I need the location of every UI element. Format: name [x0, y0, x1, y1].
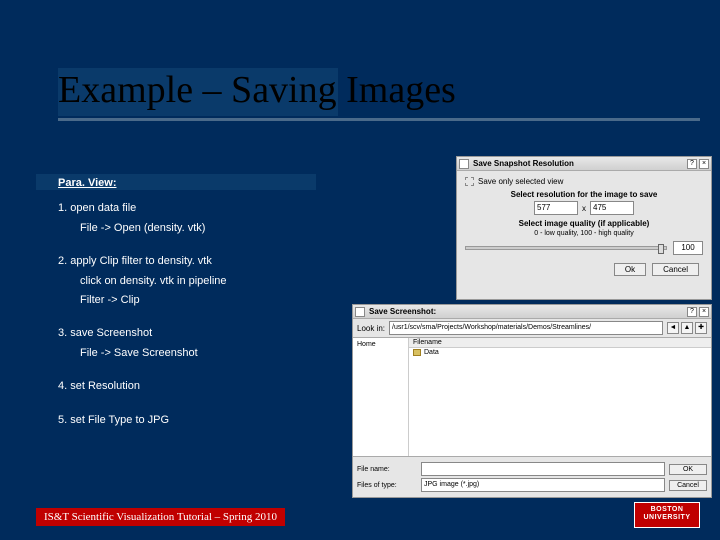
- step-3-sub-1: File -> Save Screenshot: [80, 346, 227, 361]
- section-heading: Para. View:: [58, 176, 227, 191]
- filename-header[interactable]: Filename: [409, 338, 711, 348]
- folder-icon: [413, 349, 421, 356]
- step-4: 4. set Resolution: [58, 379, 227, 394]
- favorites-column: Home: [353, 338, 409, 456]
- step-1: 1. open data file: [58, 201, 227, 216]
- save-cancel-button[interactable]: Cancel: [669, 480, 707, 491]
- slide-title: Example – Saving Images: [58, 68, 700, 112]
- up-icon[interactable]: ▲: [681, 322, 693, 334]
- ok-button[interactable]: Ok: [614, 263, 646, 276]
- resolution-dialog: Save Snapshot Resolution ? × Save only s…: [456, 156, 712, 300]
- file-list[interactable]: Filename Data: [409, 338, 711, 456]
- logo-line2: UNIVERSITY: [635, 514, 699, 522]
- height-input[interactable]: 475: [590, 201, 634, 215]
- back-icon[interactable]: ◄: [667, 322, 679, 334]
- x-separator: x: [582, 204, 586, 213]
- quality-label: Select image quality (if applicable): [465, 219, 703, 228]
- cancel-button[interactable]: Cancel: [652, 263, 699, 276]
- footer-bar: IS&T Scientific Visualization Tutorial –…: [36, 508, 285, 526]
- quality-hint: 0 - low quality, 100 - high quality: [465, 230, 703, 237]
- lookin-label: Look in:: [357, 324, 385, 333]
- list-item[interactable]: Data: [409, 348, 711, 357]
- quality-value[interactable]: 100: [673, 241, 703, 255]
- step-2-sub-2: Filter -> Clip: [80, 293, 227, 308]
- filename-input[interactable]: [421, 462, 665, 476]
- slider-thumb[interactable]: [658, 244, 664, 254]
- filename-label: File name:: [357, 466, 417, 473]
- step-5: 5. set File Type to JPG: [58, 413, 227, 428]
- save-ok-button[interactable]: OK: [669, 464, 707, 475]
- resolution-label: Select resolution for the image to save: [465, 190, 703, 199]
- dialog-titlebar[interactable]: Save Snapshot Resolution ? ×: [457, 157, 711, 171]
- save-dialog-titlebar[interactable]: Save Screenshot: ? ×: [353, 305, 711, 319]
- step-2: 2. apply Clip filter to density. vtk: [58, 254, 227, 269]
- dialog-title: Save Snapshot Resolution: [471, 159, 685, 168]
- help-icon[interactable]: ?: [687, 307, 697, 317]
- title-bar: Example – Saving Images: [58, 68, 700, 121]
- save-selected-label: Save only selected view: [478, 177, 563, 186]
- app-icon: [355, 307, 365, 317]
- help-icon[interactable]: ?: [687, 159, 697, 169]
- app-icon: [459, 159, 469, 169]
- step-2-sub-1: click on density. vtk in pipeline: [80, 274, 227, 289]
- logo-line1: BOSTON: [635, 506, 699, 514]
- close-icon[interactable]: ×: [699, 159, 709, 169]
- filetype-label: Files of type:: [357, 482, 417, 489]
- save-dialog: Save Screenshot: ? × Look in: /usr1/scv/…: [352, 304, 712, 498]
- path-input[interactable]: /usr1/scv/sma/Projects/Workshop/material…: [389, 321, 663, 335]
- save-selected-checkbox[interactable]: [465, 177, 474, 186]
- quality-slider[interactable]: [465, 246, 667, 250]
- width-input[interactable]: 577: [534, 201, 578, 215]
- folder-name: Data: [424, 349, 439, 356]
- close-icon[interactable]: ×: [699, 307, 709, 317]
- newfolder-icon[interactable]: ✚: [695, 322, 707, 334]
- step-3: 3. save Screenshot: [58, 326, 227, 341]
- filetype-select[interactable]: JPG image (*.jpg): [421, 478, 665, 492]
- step-1-sub-1: File -> Open (density. vtk): [80, 221, 227, 236]
- university-logo: BOSTON UNIVERSITY: [634, 502, 700, 528]
- instructions: Para. View: 1. open data file File -> Op…: [58, 176, 227, 432]
- favorite-home[interactable]: Home: [355, 340, 406, 349]
- save-dialog-title: Save Screenshot:: [367, 307, 685, 316]
